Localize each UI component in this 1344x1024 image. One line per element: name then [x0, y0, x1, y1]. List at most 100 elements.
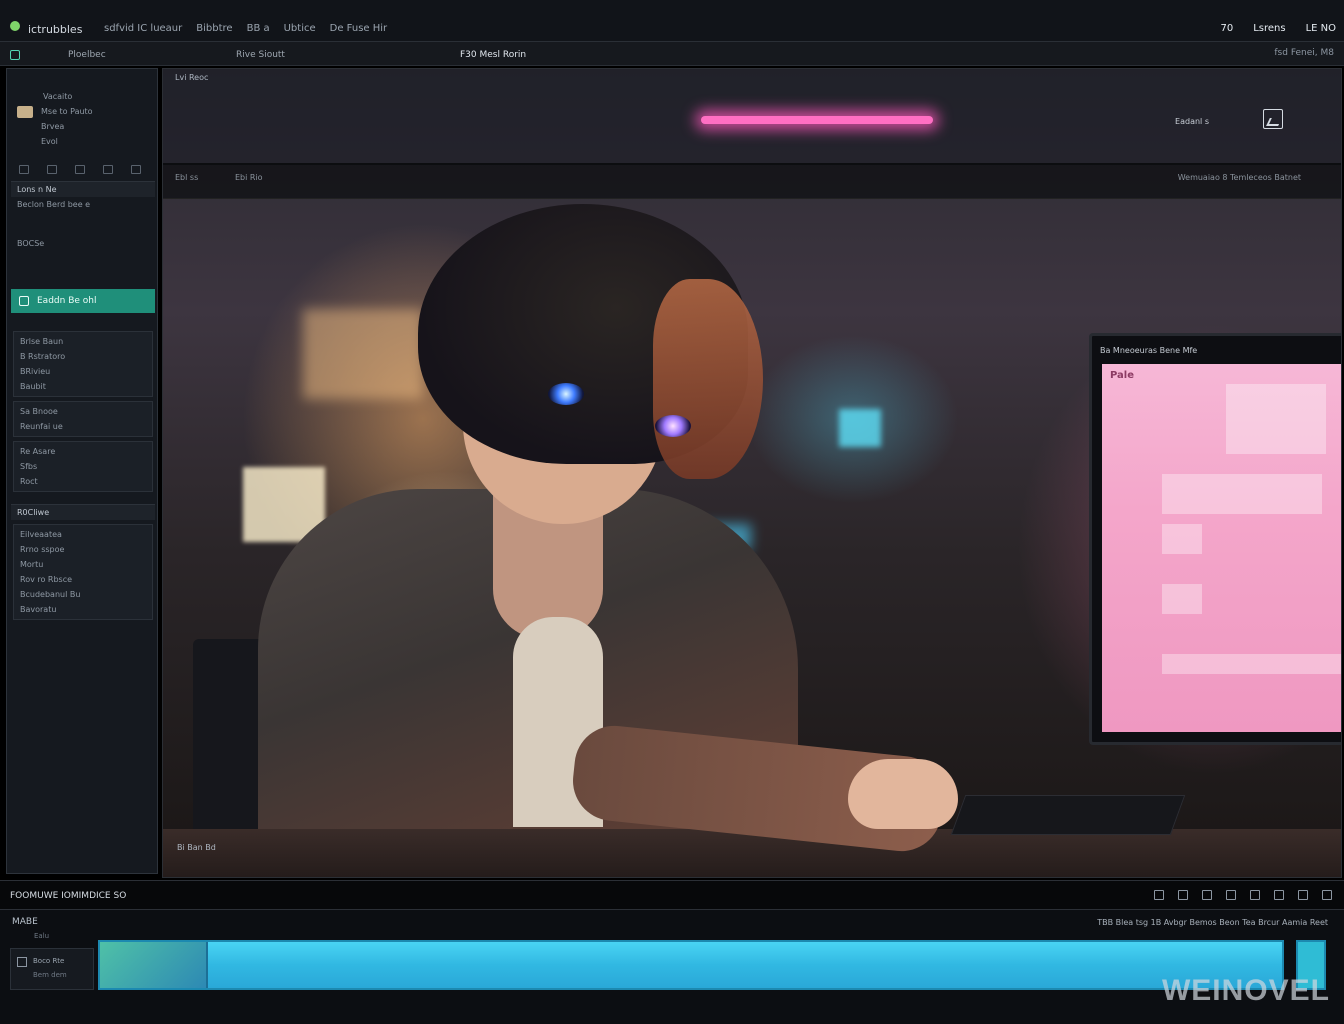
tool-icon[interactable]	[19, 165, 29, 174]
list-item[interactable]: Baubit	[14, 379, 152, 394]
toolbar-label[interactable]: Ebi Rio	[235, 173, 263, 182]
list-item[interactable]: Sfbs	[14, 459, 152, 474]
preview-viewport[interactable]: Lvi Reoc Eadanl s Ebl ss Ebi Rio Wemuaia…	[162, 68, 1342, 878]
status-icon[interactable]	[1154, 890, 1164, 900]
sidebar-item-label: Vacaito	[43, 92, 73, 101]
sidebar-item[interactable]: Vacaito	[11, 89, 155, 104]
tab-bar-right: fsd Fenei, M8	[1274, 48, 1334, 58]
strip-label: Lvi Reoc	[175, 73, 209, 82]
list-item[interactable]: Mortu	[14, 557, 152, 572]
list-item[interactable]: Re Asare	[14, 444, 152, 459]
list-item[interactable]: Rrno sspoe	[14, 542, 152, 557]
sidebar-item-label: Evol	[41, 137, 58, 146]
tab-home[interactable]	[10, 47, 20, 63]
title-right-item[interactable]: 70	[1220, 23, 1233, 34]
title-right-item[interactable]: Lsrens	[1253, 23, 1285, 34]
tab-1[interactable]: Ploelbec	[68, 47, 106, 63]
image-icon[interactable]	[1263, 109, 1283, 129]
app-logo-icon	[10, 21, 20, 31]
thumbnail-icon	[17, 105, 33, 118]
sidebar-group: Eilveaatea Rrno sspoe Mortu Rov ro Rbsce…	[13, 524, 153, 620]
timeline-label: MABE	[12, 917, 38, 927]
tool-icon[interactable]	[47, 165, 57, 174]
monitor-toolbar: Ba Mneoeuras Bene Mfe	[1100, 346, 1198, 355]
list-item[interactable]: B Rstratoro	[14, 349, 152, 364]
tab-icon	[10, 50, 20, 60]
status-icon[interactable]	[1226, 890, 1236, 900]
character-hair-rim	[653, 279, 763, 479]
list-item[interactable]: Eilveaatea	[14, 527, 152, 542]
track-header[interactable]: Boco Rte Bem dem	[10, 948, 94, 990]
sidebar-group: Re Asare Sfbs Roct	[13, 441, 153, 492]
track-icon	[17, 957, 27, 967]
sidebar-item[interactable]: Mse to Pauto	[11, 104, 155, 119]
tab-3[interactable]: F30 Mesl Rorin	[460, 47, 526, 63]
toolbar-label[interactable]: Ebl ss	[175, 173, 198, 182]
list-item[interactable]: Rov ro Rbsce	[14, 572, 152, 587]
status-icon[interactable]	[1322, 890, 1332, 900]
clip-thumbnail[interactable]	[100, 942, 208, 988]
left-sidebar: Vacaito Mse to Pauto Brvea Evol Lons n N…	[6, 68, 158, 874]
character-eye	[548, 383, 584, 405]
tab-label: Rive Sioutt	[236, 50, 285, 60]
tab-label: F30 Mesl Rorin	[460, 50, 527, 60]
timeline-sublabel: Ealu	[34, 932, 50, 940]
menu-item[interactable]: Ubtice	[284, 23, 316, 34]
sidebar-group: Sa Bnooe Reunfai ue	[13, 401, 153, 437]
list-item[interactable]: Roct	[14, 474, 152, 489]
keyboard	[950, 795, 1186, 835]
list-item[interactable]: Bavoratu	[14, 602, 152, 617]
list-item[interactable]: Brlse Baun	[14, 334, 152, 349]
watermark: WEINOVEL	[1161, 974, 1330, 1007]
sidebar-item-label: Eaddn Be ohl	[37, 296, 97, 306]
screen-block	[1162, 654, 1341, 674]
timeline-clip[interactable]	[98, 940, 1284, 990]
viewport-bottom-label: Bi Ban Bd	[177, 842, 216, 852]
sidebar-group: Brlse Baun B Rstratoro BRivieu Baubit	[13, 331, 153, 397]
tab-label: Ploelbec	[68, 50, 106, 60]
sidebar-item[interactable]: Evol	[11, 134, 155, 149]
sidebar-header-2[interactable]: BOCSe	[11, 236, 155, 251]
title-bar-right: 70 Lsrens LE NO	[1220, 23, 1336, 34]
screen-block	[1162, 524, 1202, 554]
tool-icon[interactable]	[75, 165, 85, 174]
tool-icon[interactable]	[131, 165, 141, 174]
list-item[interactable]: Bcudebanul Bu	[14, 587, 152, 602]
toolbar-label[interactable]: Wemuaiao 8 Temleceos Batnet	[1178, 173, 1301, 182]
timeline-toolbar[interactable]: TBB Blea tsg 1B Avbgr Bemos Beon Tea Brc…	[1097, 918, 1328, 927]
list-item[interactable]: BRivieu	[14, 364, 152, 379]
status-icon[interactable]	[1274, 890, 1284, 900]
scene-light	[303, 309, 423, 399]
sidebar-item-active[interactable]: Eaddn Be ohl	[11, 289, 155, 313]
menu-item[interactable]: De Fuse Hir	[330, 23, 388, 34]
status-icon[interactable]	[1178, 890, 1188, 900]
status-bar: FOOMUWE IOMIMDICE SO	[0, 880, 1344, 910]
tab-2[interactable]: Rive Sioutt	[236, 47, 285, 63]
sidebar-item-label: Mse to Pauto	[41, 107, 93, 116]
status-icon[interactable]	[1298, 890, 1308, 900]
track-sub: Bem dem	[33, 971, 67, 979]
sidebar-header[interactable]: Lons n Ne	[11, 181, 155, 197]
menu-item[interactable]: BB a	[247, 23, 270, 34]
status-icon[interactable]	[1202, 890, 1212, 900]
viewport-top-strip: Lvi Reoc Eadanl s	[163, 69, 1341, 165]
status-icons	[1154, 890, 1332, 900]
sidebar-item[interactable]: Brvea	[11, 119, 155, 134]
title-right-item[interactable]: LE NO	[1306, 23, 1336, 34]
list-item[interactable]: Sa Bnooe	[14, 404, 152, 419]
menu-item[interactable]: sdfvid IC lueaur	[104, 23, 182, 34]
screen-block	[1162, 474, 1322, 514]
character-hand	[848, 759, 958, 829]
app-name: ictrubbles	[28, 23, 83, 36]
strip-tool-label[interactable]: Eadanl s	[1175, 117, 1209, 126]
menu-bar: sdfvid IC lueaur Bibbtre BB a Ubtice De …	[104, 23, 387, 34]
menu-item[interactable]: Bibbtre	[196, 23, 232, 34]
tool-icon[interactable]	[103, 165, 113, 174]
sidebar-subheader: Beclon Berd bee e	[17, 200, 91, 209]
sidebar-item-label: Brvea	[41, 122, 65, 131]
screen-block	[1226, 384, 1326, 454]
viewport-bottom-bar: Bi Ban Bd	[163, 835, 1341, 859]
status-icon[interactable]	[1250, 890, 1260, 900]
sidebar-header-3[interactable]: R0Cliwe	[11, 504, 155, 520]
list-item[interactable]: Reunfai ue	[14, 419, 152, 434]
